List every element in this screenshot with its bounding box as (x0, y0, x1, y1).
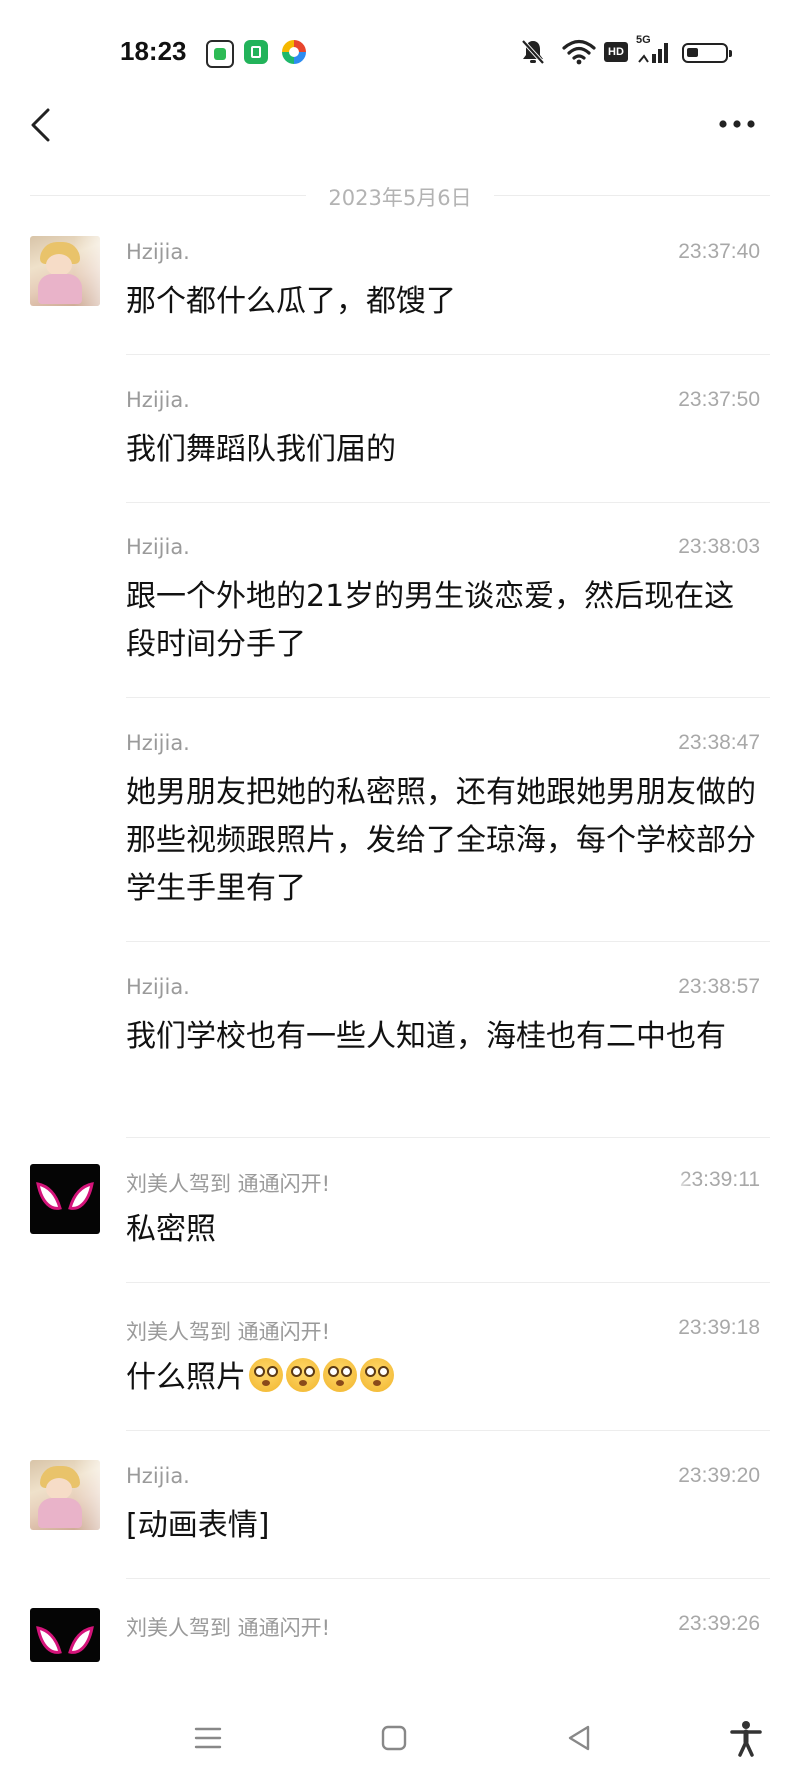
message-time: 23:37:50 (678, 388, 760, 411)
message-time: 23:37:40 (678, 240, 760, 263)
message-time: 23:38:57 (678, 975, 760, 998)
message-divider (126, 1282, 770, 1283)
sender-name: Hzijia. (126, 975, 190, 999)
message-text[interactable]: 我们舞蹈队我们届的 (126, 426, 766, 474)
flushed-face-emoji-icon (323, 1358, 357, 1392)
sender-name: Hzijia. (126, 1464, 190, 1488)
system-back-button[interactable] (560, 1718, 600, 1758)
message-divider (126, 502, 770, 503)
avatar[interactable] (30, 236, 100, 306)
more-horizontal-icon (719, 120, 755, 128)
message-time: 23:39:26 (678, 1612, 760, 1635)
message-text[interactable]: 那个都什么瓜了，都馊了 (126, 278, 766, 326)
message-content[interactable]: 什么照片 (126, 1354, 766, 1402)
sender-name: Hzijia. (126, 388, 190, 412)
avatar[interactable] (30, 1164, 100, 1234)
wifi-icon (562, 39, 596, 65)
sender-name: 刘美人驾到 通通闪开! (126, 1320, 331, 1344)
sender-name: Hzijia. (126, 731, 190, 755)
menu-icon (194, 1727, 222, 1749)
hd-badge: HD (604, 42, 628, 62)
flushed-face-emoji-icon (286, 1358, 320, 1392)
accessibility-icon (730, 1721, 762, 1757)
app-notification-icon-2 (244, 40, 268, 64)
bell-muted-icon (521, 39, 545, 65)
message-text[interactable]: 跟一个外地的21岁的男生谈恋爱，然后现在这段时间分手了 (126, 573, 756, 669)
more-options-button[interactable] (712, 104, 762, 144)
message-divider (126, 697, 770, 698)
status-bar: 18:23 HD 5G (0, 0, 800, 100)
home-square-icon (381, 1725, 407, 1751)
message-time: 23:38:47 (678, 731, 760, 754)
separator-line-left (30, 195, 306, 196)
accessibility-button[interactable] (726, 1718, 766, 1758)
message-text: 什么照片 (126, 1360, 246, 1395)
avatar[interactable] (30, 1608, 100, 1662)
battery-level-fill (687, 48, 698, 57)
message-text[interactable]: 我们学校也有一些人知道，海桂也有二中也有 (126, 1013, 756, 1061)
menu-button[interactable] (188, 1718, 228, 1758)
date-separator: 2023年5月6日 (30, 178, 770, 212)
message-time: 23:39:18 (678, 1316, 760, 1339)
message-divider (126, 354, 770, 355)
message-time: 23:38:03 (678, 535, 760, 558)
sender-name: Hzijia. (126, 535, 190, 559)
home-button[interactable] (374, 1718, 414, 1758)
emoji-group (246, 1358, 394, 1395)
signal-icon (638, 43, 668, 63)
flushed-face-emoji-icon (249, 1358, 283, 1392)
message-text[interactable]: 她男朋友把她的私密照，还有她跟她男朋友做的那些视频跟照片，发给了全琼海，每个学校… (126, 769, 756, 913)
system-navigation-bar (0, 1700, 800, 1778)
sender-name: Hzijia. (126, 240, 190, 264)
battery-icon (682, 43, 732, 63)
message-text[interactable]: [动画表情] (126, 1502, 766, 1550)
back-triangle-icon (568, 1725, 590, 1751)
chevron-left-icon (31, 108, 50, 142)
sender-name: 刘美人驾到 通通闪开! (126, 1616, 331, 1640)
avatar[interactable] (30, 1460, 100, 1530)
message-time: 23:39:20 (678, 1464, 760, 1487)
date-label: 2023年5月6日 (328, 186, 472, 210)
app-notification-icon-3 (282, 40, 306, 64)
blurred-overlay (356, 1176, 686, 1238)
message-divider (126, 1430, 770, 1431)
app-notification-icon-1 (206, 40, 234, 68)
flushed-face-emoji-icon (360, 1358, 394, 1392)
message-divider (126, 941, 770, 942)
message-divider (126, 1137, 770, 1138)
separator-line-right (494, 195, 770, 196)
message-divider (126, 1578, 770, 1579)
back-button[interactable] (22, 100, 62, 150)
status-time: 18:23 (120, 36, 187, 66)
message-time: 23:39:11 (679, 1168, 760, 1191)
spider-mask-icon (36, 1182, 94, 1210)
spider-mask-icon (36, 1626, 94, 1654)
sender-name: 刘美人驾到 通通闪开! (126, 1172, 331, 1196)
